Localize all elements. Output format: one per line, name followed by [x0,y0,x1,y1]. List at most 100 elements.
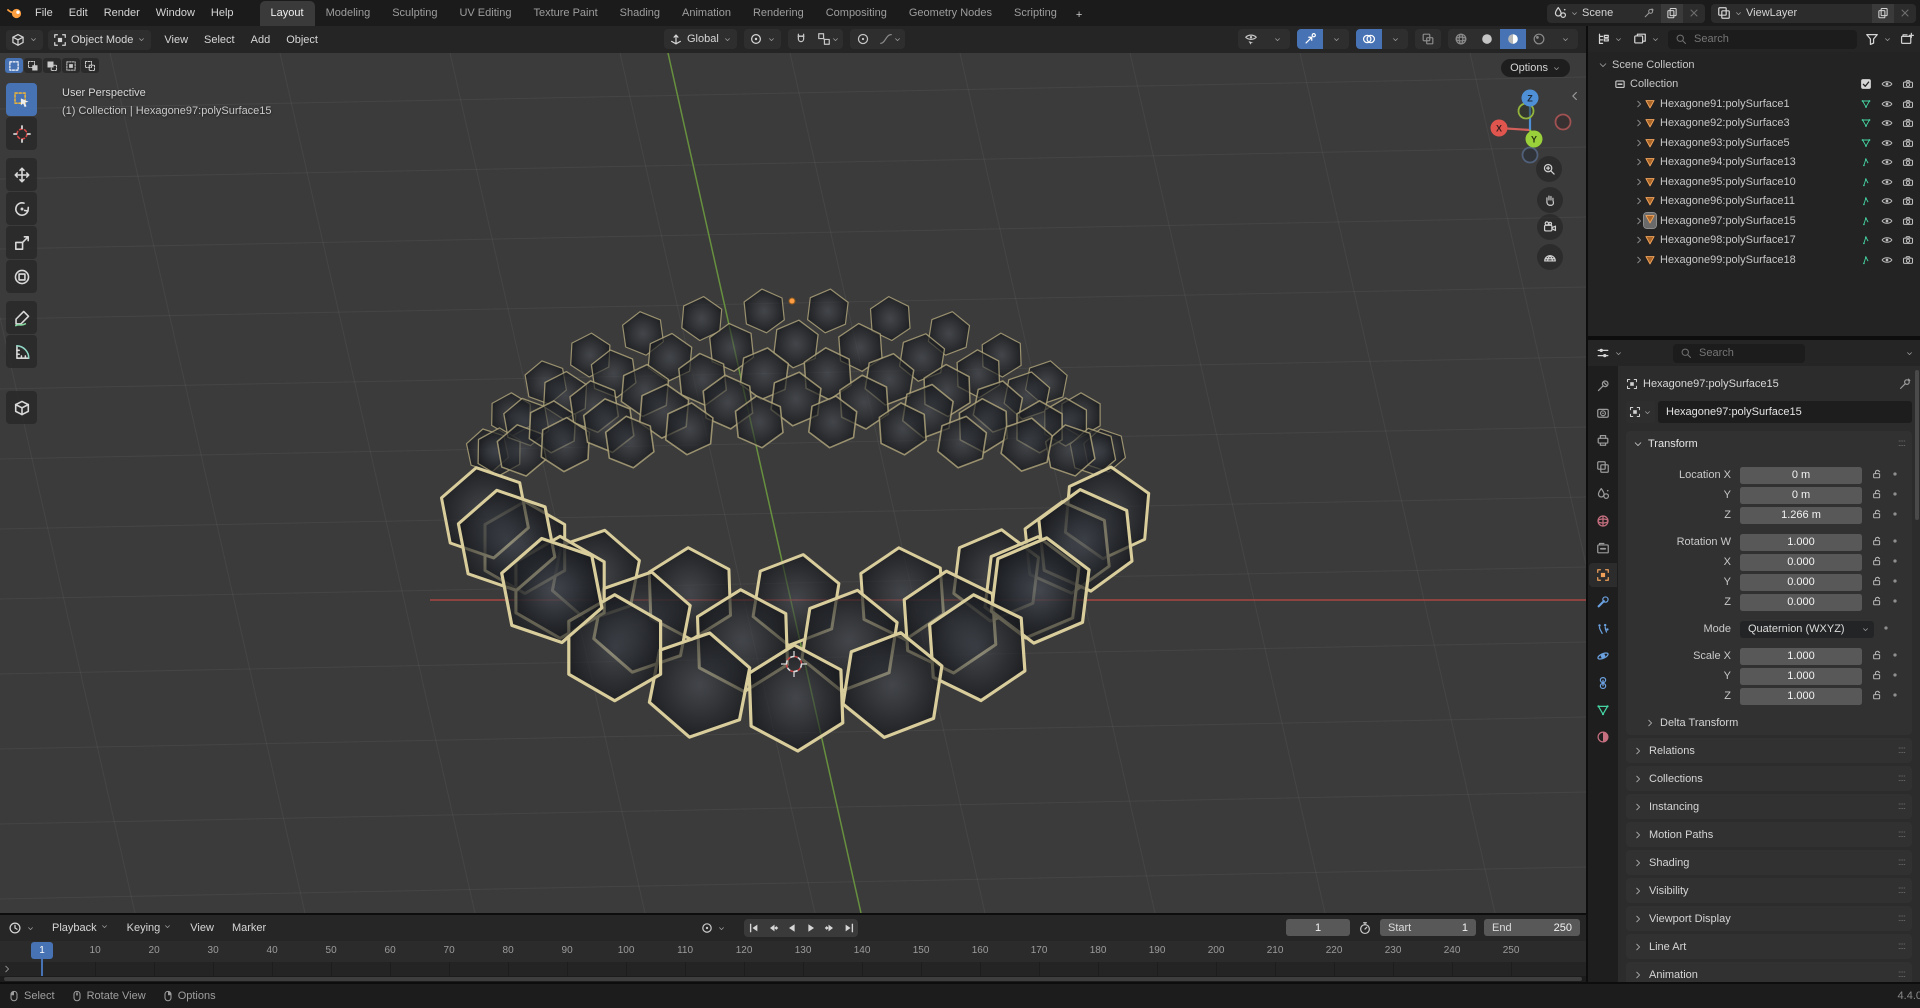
animate-dot-icon[interactable] [1890,489,1900,499]
drag-dots[interactable]: :::: [1898,829,1905,840]
annotate-tool-button[interactable] [6,301,37,334]
menu-help[interactable]: Help [203,0,242,26]
play-reverse-button[interactable] [782,919,801,937]
shading-wireframe[interactable] [1448,29,1474,49]
camera-icon[interactable] [1902,117,1914,129]
drag-dots[interactable]: :::: [1898,857,1905,868]
camera-icon[interactable] [1902,254,1914,266]
viewport-menu-select[interactable]: Select [196,27,243,53]
shading-dropdown[interactable] [1552,29,1578,49]
lock-open-icon[interactable] [1871,575,1883,587]
outliner-row[interactable]: Hexagone99:polySurface18 [1588,250,1920,270]
outliner-search[interactable] [1668,30,1857,49]
value-field[interactable]: 1.266 m [1740,507,1862,524]
next-keyframe-button[interactable] [820,919,839,937]
drag-dots[interactable]: :::: [1898,913,1905,924]
drag-dots[interactable]: :::: [1898,941,1905,952]
timeline-menu-marker[interactable]: Marker [223,915,275,941]
particles-tab[interactable] [1589,617,1617,641]
outliner-row[interactable]: Hexagone92:polySurface3 [1588,114,1920,134]
mode-dropdown[interactable]: Object Mode [48,30,151,50]
tab-sculpting[interactable]: Sculpting [381,1,448,26]
outliner-row[interactable]: Hexagone95:polySurface10 [1588,172,1920,192]
shading-rendered[interactable] [1526,29,1552,49]
id-type-button[interactable] [1626,401,1655,423]
visibility-dropdown[interactable] [1238,29,1290,49]
selmode-intersect-button[interactable] [81,58,99,73]
end-frame-field[interactable]: End 250 [1484,919,1580,936]
outliner-row[interactable]: Hexagone91:polySurface1 [1588,94,1920,114]
axis-x-neg[interactable] [1556,115,1571,130]
eye-icon[interactable] [1881,78,1893,90]
value-field[interactable]: 0.000 [1740,594,1862,611]
eye-icon[interactable] [1881,215,1893,227]
transform-orientation-dropdown[interactable]: Global [664,29,737,49]
chevron-right-icon[interactable] [1634,216,1644,226]
chevron-right-icon[interactable] [1634,99,1644,109]
tab-shading[interactable]: Shading [609,1,671,26]
value-field[interactable]: 0 m [1740,467,1862,484]
tab-modeling[interactable]: Modeling [315,1,382,26]
selmode-invert-button[interactable] [62,58,80,73]
selmode-extend-button[interactable] [24,58,42,73]
chevron-right-icon[interactable] [1634,138,1644,148]
eye-icon[interactable] [1881,137,1893,149]
timeline-scrollbar[interactable] [0,976,1586,982]
tab-animation[interactable]: Animation [671,1,742,26]
eye-icon[interactable] [1881,234,1893,246]
viewport-menu-add[interactable]: Add [243,27,279,53]
chevron-right-icon[interactable] [1634,177,1644,187]
play-button[interactable] [801,919,820,937]
stopwatch-icon[interactable] [1358,921,1372,935]
panel-motion-paths[interactable]: Motion Paths:::: [1626,822,1912,847]
animate-dot-icon[interactable] [1890,556,1900,566]
properties-search-input[interactable] [1697,346,1798,360]
pin-icon[interactable] [1643,7,1655,19]
eye-icon[interactable] [1881,117,1893,129]
chevron-right-icon[interactable] [1634,118,1644,128]
animate-dot-icon[interactable] [1890,576,1900,586]
properties-search[interactable] [1673,344,1805,363]
outliner-display-mode-button[interactable] [1631,29,1662,49]
eye-icon[interactable] [1881,156,1893,168]
value-field[interactable]: 1.000 [1740,668,1862,685]
chevron-right-icon[interactable] [1634,255,1644,265]
chevron-down-icon[interactable] [717,924,726,933]
outliner-row[interactable]: Hexagone93:polySurface5 [1588,133,1920,153]
chevron-right-icon[interactable] [1634,235,1644,245]
camera-icon[interactable] [1902,98,1914,110]
chevron-right-icon[interactable] [1634,157,1644,167]
output-tab[interactable] [1589,428,1617,452]
camera-icon[interactable] [1902,215,1914,227]
zoom-button[interactable] [1536,156,1562,182]
falloff-dropdown[interactable] [876,29,905,49]
panel-collections[interactable]: Collections:::: [1626,766,1912,791]
outliner-row[interactable]: Collection [1588,75,1920,95]
outliner-row[interactable]: Hexagone98:polySurface17 [1588,231,1920,251]
animate-dot-icon[interactable] [1890,670,1900,680]
drag-dots[interactable]: :::: [1898,969,1905,980]
outliner-row[interactable]: Hexagone94:polySurface13 [1588,153,1920,173]
timeline-track[interactable] [0,962,1586,976]
tab-rendering[interactable]: Rendering [742,1,815,26]
world-tab[interactable] [1589,509,1617,533]
select-box-tool-button[interactable] [6,83,37,116]
eye-icon[interactable] [1881,195,1893,207]
lock-open-icon[interactable] [1871,689,1883,701]
view-layer-tab[interactable] [1589,455,1617,479]
gizmos-toggle[interactable] [1297,29,1349,49]
camera-icon[interactable] [1902,195,1914,207]
panel-animation[interactable]: Animation:::: [1626,962,1912,982]
camera-icon[interactable] [1902,78,1914,90]
outliner-row[interactable]: Hexagone97:polySurface15 [1588,211,1920,231]
tab-scripting[interactable]: Scripting [1003,1,1068,26]
lock-open-icon[interactable] [1871,595,1883,607]
viewlayer-delete-button[interactable] [1894,4,1916,23]
panel-viewport-display[interactable]: Viewport Display:::: [1626,906,1912,931]
viewport-canvas[interactable]: User Perspective (1) Collection | Hexago… [0,53,1586,913]
eye-icon[interactable] [1881,98,1893,110]
value-field[interactable]: 1.000 [1740,688,1862,705]
rotation-mode-dropdown[interactable]: Quaternion (WXYZ) [1740,621,1874,638]
prev-keyframe-button[interactable] [763,919,782,937]
playhead[interactable]: 1 [31,942,53,959]
